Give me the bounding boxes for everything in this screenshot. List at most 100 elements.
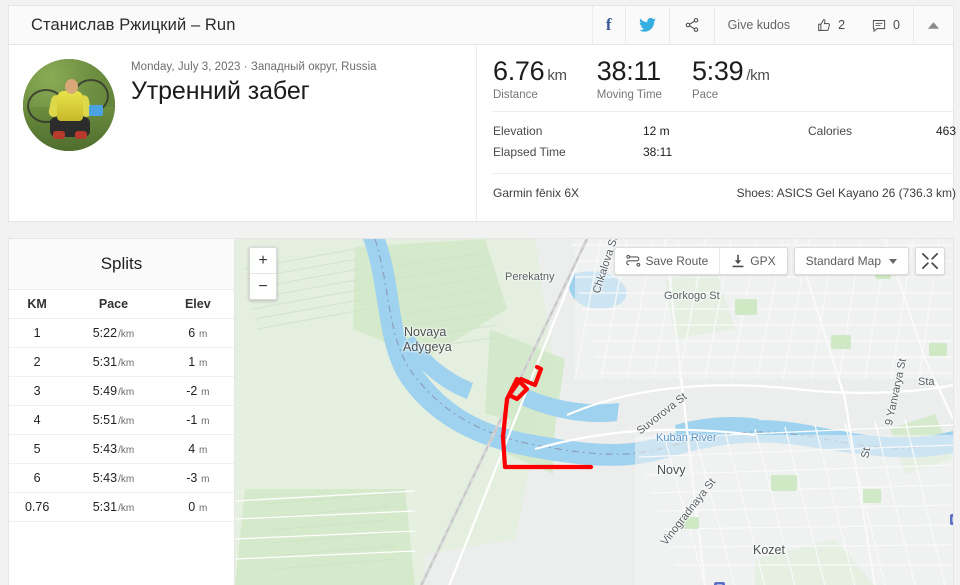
split-elev-unit: m	[196, 358, 208, 369]
fullscreen-group	[915, 247, 945, 275]
split-elev-unit: m	[198, 474, 210, 485]
chevron-down-icon	[889, 258, 897, 264]
splits-title: Splits	[9, 239, 234, 290]
split-pace-value: 5:43	[92, 442, 118, 456]
stat-distance-unit: km	[547, 67, 567, 84]
route-path	[500, 364, 594, 470]
splits-body: 1 5:22/km 6 m 2 5:31/km 1 m 3 5:49/km -2 m 4 5:51/…	[9, 318, 234, 522]
split-km: 6	[9, 463, 66, 493]
avatar-bag	[89, 105, 103, 116]
device-name: Garmin fēnix 6X	[493, 186, 580, 201]
activity-identity: Monday, July 3, 2023 · Западный округ, R…	[9, 45, 477, 221]
share-button[interactable]	[668, 6, 714, 44]
share-icon	[685, 18, 698, 32]
route-icon	[625, 254, 640, 267]
stat-pace: 5:39/km Pace	[691, 56, 770, 102]
stat-distance: 6.76 km Distance	[493, 56, 567, 102]
kudos-count-value: 2	[838, 18, 846, 32]
give-kudos-label: Give kudos	[727, 18, 791, 32]
facebook-icon: f	[605, 15, 612, 34]
split-elev: 4 m	[161, 434, 234, 464]
split-elev: -3 m	[161, 463, 234, 493]
avatar-head	[65, 79, 78, 94]
table-row[interactable]: 2 5:31/km 1 m	[9, 347, 234, 377]
split-km: 0.76	[9, 492, 66, 522]
stat-moving-time-label: Moving Time	[596, 89, 662, 102]
split-pace-value: 5:31	[92, 500, 118, 514]
calories-value: 463	[936, 124, 957, 139]
split-elev-unit: m	[198, 416, 210, 427]
map-zoom-control[interactable]: + −	[249, 247, 277, 300]
comment-icon	[872, 19, 886, 32]
comment-count-value: 0	[893, 18, 900, 32]
comment-count-button[interactable]: 0	[858, 6, 913, 44]
give-kudos-button[interactable]: Give kudos	[713, 6, 804, 44]
table-row[interactable]: 0.76 5:31/km 0 m	[9, 492, 234, 522]
save-route-label: Save Route	[645, 254, 709, 268]
primary-stats: 6.76 km Distance 38:11 Moving Time 5:39/k…	[493, 57, 956, 111]
kudos-count-button[interactable]: 2	[803, 6, 858, 44]
map-pane[interactable]: PerekatnyNovayaAdygeyaKraChkalova StGork…	[235, 239, 953, 585]
activity-body: Monday, July 3, 2023 · Западный округ, R…	[9, 45, 957, 221]
expand-icon	[922, 253, 938, 269]
activity-meta: Monday, July 3, 2023 · Западный округ, R…	[115, 59, 377, 221]
elapsed-time-label: Elapsed Time	[493, 145, 566, 160]
split-km: 2	[9, 347, 66, 377]
column-pace: Pace	[65, 290, 162, 319]
split-elev: -1 m	[161, 405, 234, 435]
zoom-out-button[interactable]: −	[250, 274, 276, 299]
split-pace: 5:43/km	[65, 463, 162, 493]
fullscreen-button[interactable]	[916, 248, 944, 274]
transit-stop-icon	[950, 512, 953, 530]
split-elev-value: 1	[188, 355, 196, 369]
stat-row: Elevation 12 m Calories 463	[493, 121, 956, 142]
table-row[interactable]: 6 5:43/km -3 m	[9, 463, 234, 493]
split-pace-unit: /km	[118, 416, 135, 427]
elapsed-time-value: 38:11	[643, 145, 673, 160]
split-elev-value: -1	[186, 413, 198, 427]
split-pace-value: 5:43	[92, 471, 118, 485]
shoes-name: Shoes: ASICS Gel Kayano 26 (736.3 km)	[736, 186, 957, 201]
empty-value	[936, 142, 956, 163]
activity-name[interactable]: Утренний забег	[131, 77, 377, 106]
avatar[interactable]	[23, 59, 115, 151]
facebook-share-button[interactable]: f	[591, 6, 625, 44]
twitter-share-button[interactable]	[624, 6, 669, 44]
table-row[interactable]: 4 5:51/km -1 m	[9, 405, 234, 435]
map-style-select[interactable]: Standard Map	[795, 248, 908, 274]
route-overlay	[500, 364, 594, 470]
collapse-button[interactable]	[913, 6, 953, 44]
table-row[interactable]: 1 5:22/km 6 m	[9, 318, 234, 348]
stat-moving-time: 38:11 Moving Time	[596, 57, 662, 102]
split-pace-unit: /km	[118, 358, 135, 369]
split-km: 5	[9, 434, 66, 464]
activity-summary-card: Станислав Ржицкий – Run f Give kudos 2 0…	[8, 5, 957, 222]
stat-pace-unit: /km	[746, 67, 770, 84]
download-icon	[732, 254, 744, 268]
split-elev-value: -2	[186, 384, 198, 398]
table-row[interactable]: 5 5:43/km 4 m	[9, 434, 234, 464]
stat-distance-value: 6.76	[493, 56, 545, 86]
split-pace: 5:31/km	[65, 492, 162, 522]
save-route-button[interactable]: Save Route	[615, 248, 720, 274]
split-elev-unit: m	[196, 503, 208, 514]
split-km: 1	[9, 318, 66, 348]
splits-pane: Splits KM Pace Elev 1 5:22/km 6 m 2 5:31/km 1…	[9, 239, 235, 585]
split-elev-value: 4	[188, 442, 196, 456]
stat-pace-value: 5:39	[691, 56, 744, 86]
split-pace: 5:49/km	[65, 376, 162, 406]
table-row[interactable]: 3 5:49/km -2 m	[9, 376, 234, 406]
split-elev: 1 m	[161, 347, 234, 377]
zoom-in-button[interactable]: +	[250, 248, 276, 274]
calories-label: Calories	[808, 124, 853, 139]
split-elev-value: 0	[188, 500, 196, 514]
gpx-download-button[interactable]: GPX	[719, 248, 786, 274]
split-pace-unit: /km	[118, 474, 135, 485]
strava-activity-page: Станислав Ржицкий – Run f Give kudos 2 0…	[0, 0, 960, 585]
map-style-label: Standard Map	[805, 254, 881, 268]
gpx-label: GPX	[750, 254, 776, 268]
split-pace: 5:43/km	[65, 434, 162, 464]
splits-and-map-card: Splits KM Pace Elev 1 5:22/km 6 m 2 5:31/km 1…	[8, 238, 954, 585]
split-elev-unit: m	[198, 387, 210, 398]
split-pace: 5:31/km	[65, 347, 162, 377]
